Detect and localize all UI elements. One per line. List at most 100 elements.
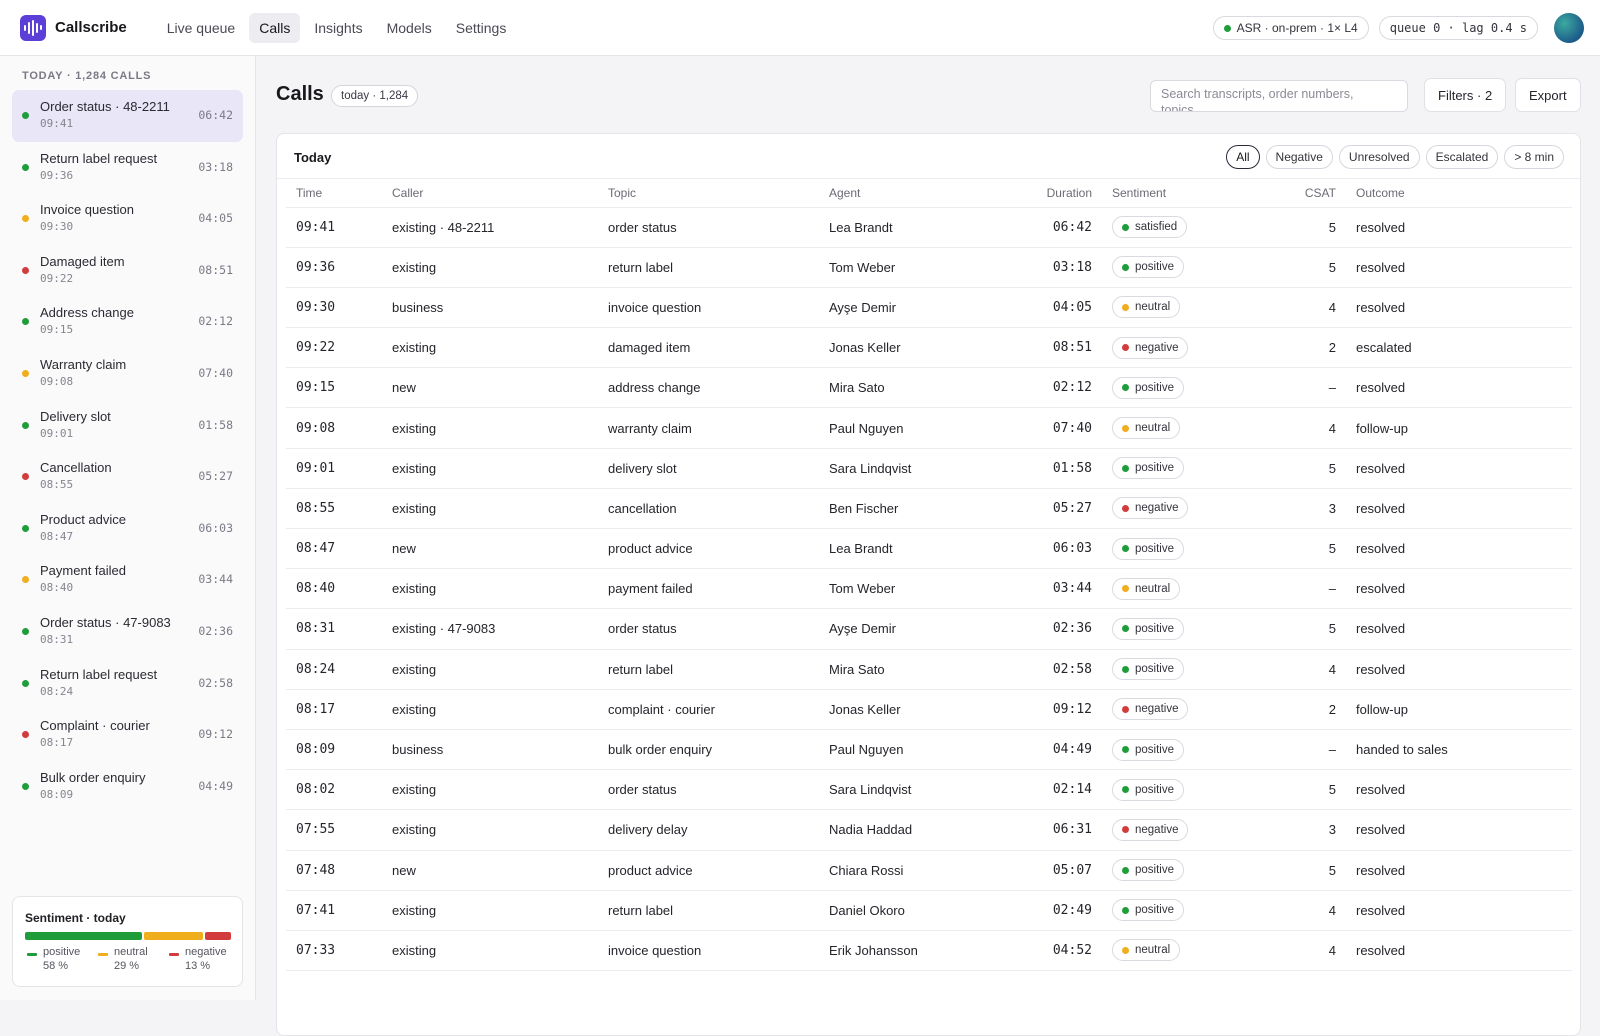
cell-time: 07:33 xyxy=(286,930,382,972)
sidebar-call-item[interactable]: Order status · 48-2211 09:41 06:42 xyxy=(12,90,243,142)
filters-button[interactable]: Filters · 2 xyxy=(1424,78,1507,112)
chip-negative[interactable]: Negative xyxy=(1265,145,1333,169)
sentiment-dot-icon xyxy=(22,215,29,223)
table-row[interactable]: 09:01 existing delivery slot Sara Lindqvist… xyxy=(286,448,1572,489)
chip-unresolved[interactable]: Unresolved xyxy=(1338,145,1420,169)
sentiment-dot-icon xyxy=(1122,263,1129,271)
cell-outcome: resolved xyxy=(1346,488,1572,530)
search-input[interactable] xyxy=(1150,80,1408,112)
sentiment-dot-icon xyxy=(22,524,29,532)
call-title: Complaint · courier xyxy=(40,718,150,734)
cell-caller: existing xyxy=(382,407,598,449)
sentiment-badge: neutral xyxy=(1112,417,1181,440)
sidebar-call-item[interactable]: Invoice question 09:30 04:05 xyxy=(12,193,243,245)
nav-insights[interactable]: Insights xyxy=(304,13,372,43)
waveform-logo-icon[interactable] xyxy=(20,14,46,41)
sidebar-call-item[interactable]: Warranty claim 09:08 07:40 xyxy=(12,348,243,400)
export-button[interactable]: Export xyxy=(1515,78,1581,112)
chip-over-8-min[interactable]: > 8 min xyxy=(1504,145,1564,169)
col-header-csat[interactable]: CSAT xyxy=(1276,179,1346,208)
sidebar-call-item[interactable]: Delivery slot 09:01 01:58 xyxy=(12,400,243,452)
cell-sentiment: positive xyxy=(1102,367,1276,409)
table-row[interactable]: 08:55 existing cancellation Ben Fischer 05:2… xyxy=(286,488,1572,530)
table-row[interactable]: 09:41 existing · 48-2211 order status Lea B… xyxy=(286,207,1572,248)
asr-status-pill[interactable]: ASR · on-prem · 1× L4 xyxy=(1212,16,1369,40)
table-row[interactable]: 07:48 new product advice Chiara Rossi 05:07 p… xyxy=(286,850,1572,891)
col-header-caller[interactable]: Caller xyxy=(382,179,598,208)
cell-caller: existing xyxy=(382,930,598,972)
cell-outcome: resolved xyxy=(1346,649,1572,690)
cell-sentiment: satisfied xyxy=(1102,207,1276,248)
sentiment-label: negative xyxy=(1135,502,1179,515)
sidebar-call-item[interactable]: Address change 09:15 02:12 xyxy=(12,296,243,348)
sidebar-call-item[interactable]: Product advice 08:47 06:03 xyxy=(12,503,243,555)
cell-csat: 5 xyxy=(1276,608,1346,650)
sentiment-dot-icon xyxy=(1122,344,1129,352)
sentiment-dot-icon xyxy=(1122,504,1129,512)
nav-calls[interactable]: Calls xyxy=(249,12,301,43)
table-row[interactable]: 09:15 new address change Mira Sato 02:12 posi… xyxy=(286,367,1572,409)
sidebar-call-item[interactable]: Bulk order enquiry 08:09 04:49 xyxy=(12,761,243,813)
col-header-outcome[interactable]: Outcome xyxy=(1346,179,1572,208)
chip-all[interactable]: All xyxy=(1226,145,1260,169)
nav-live-queue[interactable]: Live queue xyxy=(157,13,246,43)
cell-agent: Paul Nguyen xyxy=(819,407,999,449)
table-row[interactable]: 08:09 business bulk order enquiry Paul Nguy… xyxy=(286,729,1572,771)
call-title: Order status · 48-2211 xyxy=(40,99,170,114)
col-header-duration[interactable]: Duration xyxy=(999,179,1102,208)
cell-outcome: resolved xyxy=(1346,448,1572,489)
table-row[interactable]: 07:55 existing delivery delay Nadia Haddad 0… xyxy=(286,809,1572,851)
cell-outcome: resolved xyxy=(1346,769,1572,811)
status-dot-icon xyxy=(1223,24,1231,32)
nav-models[interactable]: Models xyxy=(377,13,442,43)
cell-duration: 03:18 xyxy=(999,247,1102,288)
legend-swatch-neutral xyxy=(98,953,108,956)
cell-duration: 06:03 xyxy=(999,528,1102,570)
user-avatar[interactable] xyxy=(1554,13,1584,43)
sentiment-badge: positive xyxy=(1112,256,1184,279)
cell-caller: existing xyxy=(382,689,598,730)
call-duration: 06:42 xyxy=(198,108,233,122)
sidebar-call-item[interactable]: Cancellation 08:55 05:27 xyxy=(12,451,243,503)
table-row[interactable]: 07:41 existing return label Daniel Okoro 02:… xyxy=(286,890,1572,931)
queue-status-pill[interactable]: queue 0 · lag 0.4 s xyxy=(1378,16,1538,40)
col-header-sentiment[interactable]: Sentiment xyxy=(1102,179,1276,208)
table-row[interactable]: 09:36 existing return label Tom Weber 03:18 p… xyxy=(286,247,1572,288)
sentiment-dot-icon xyxy=(1122,705,1129,713)
table-row[interactable]: 07:33 existing invoice question Erik Johans… xyxy=(286,930,1572,972)
sidebar-call-item[interactable]: Return label request 09:36 03:18 xyxy=(12,142,243,194)
table-row[interactable]: 08:47 new product advice Lea Brandt 06:03 pos… xyxy=(286,528,1572,570)
table-row[interactable]: 09:22 existing damaged item Jonas Keller 08:… xyxy=(286,327,1572,369)
sidebar-call-item[interactable]: Payment failed 08:40 03:44 xyxy=(12,554,243,606)
sidebar-call-item[interactable]: Damaged item 09:22 08:51 xyxy=(12,245,243,297)
cell-duration: 07:40 xyxy=(999,407,1102,449)
cell-topic: return label xyxy=(598,649,819,690)
sentiment-badge: positive xyxy=(1112,658,1184,681)
cell-time: 07:41 xyxy=(286,890,382,931)
sidebar-call-item[interactable]: Return label request 08:24 02:58 xyxy=(12,658,243,710)
table-row[interactable]: 08:02 existing order status Sara Lindqvist 0… xyxy=(286,769,1572,811)
col-header-time[interactable]: Time xyxy=(286,179,382,208)
cell-outcome: resolved xyxy=(1346,247,1572,288)
table-row[interactable]: 08:17 existing complaint · courier Jonas Ke… xyxy=(286,689,1572,730)
cell-topic: delivery delay xyxy=(598,809,819,851)
nav-settings[interactable]: Settings xyxy=(446,13,517,43)
sentiment-label: satisfied xyxy=(1135,221,1178,234)
col-header-topic[interactable]: Topic xyxy=(598,179,819,208)
table-row[interactable]: 08:24 existing return label Mira Sato 02:58 p… xyxy=(286,649,1572,690)
table-row[interactable]: 09:08 existing warranty claim Paul Nguyen 07… xyxy=(286,407,1572,449)
cell-time: 08:55 xyxy=(286,488,382,530)
sidebar-call-item[interactable]: Complaint · courier 08:17 09:12 xyxy=(12,709,243,761)
chip-escalated[interactable]: Escalated xyxy=(1425,145,1499,169)
sentiment-stacked-bar xyxy=(25,932,231,940)
call-title: Invoice question xyxy=(40,202,134,218)
table-row[interactable]: 09:30 business invoice question Ayşe Demir 0… xyxy=(286,287,1572,329)
sidebar-call-item[interactable]: Order status · 47-9083 08:31 02:36 xyxy=(12,606,243,658)
col-header-agent[interactable]: Agent xyxy=(819,179,999,208)
main-content: Calls today · 1,284 Filters · 2 Export T… xyxy=(256,56,1600,1036)
table-row[interactable]: 08:31 existing · 47-9083 order status Ayşe … xyxy=(286,608,1572,650)
sentiment-label: positive xyxy=(1135,462,1174,475)
cell-time: 09:41 xyxy=(286,207,382,248)
cell-topic: invoice question xyxy=(598,930,819,972)
table-row[interactable]: 08:40 existing payment failed Tom Weber 03:4… xyxy=(286,568,1572,610)
